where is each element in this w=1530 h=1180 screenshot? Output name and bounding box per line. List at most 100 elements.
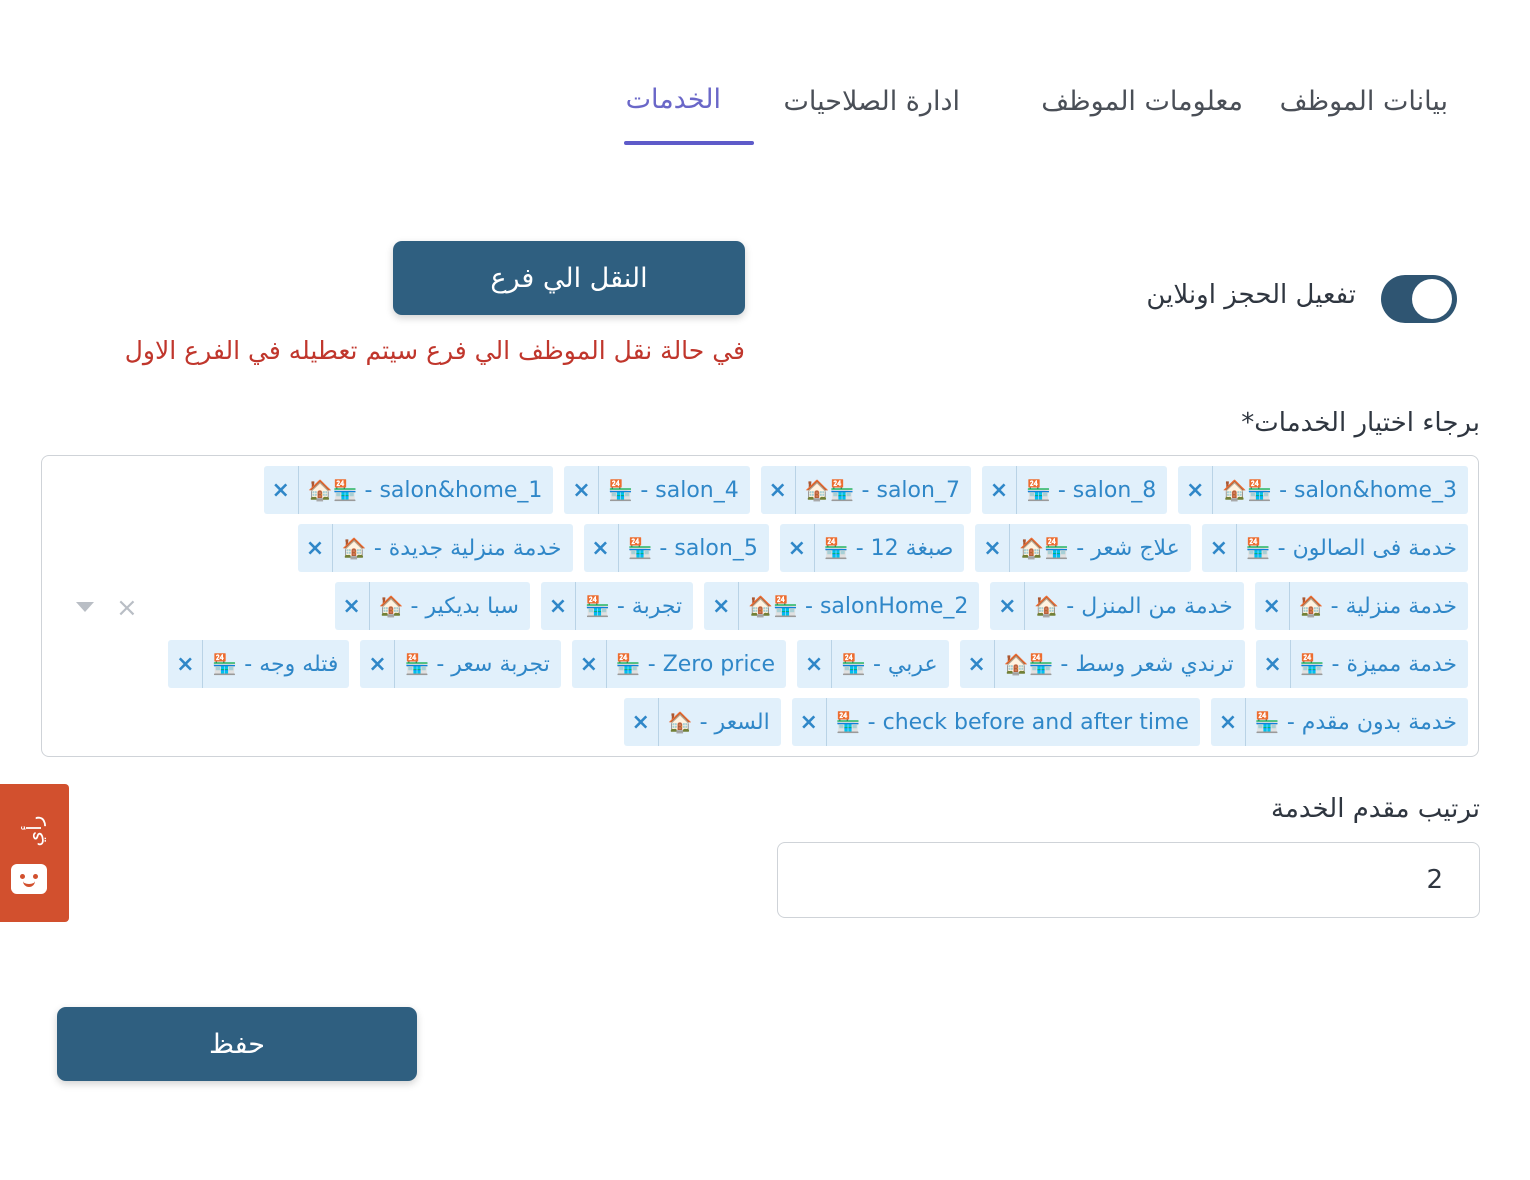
clear-all-icon[interactable]: × xyxy=(116,593,138,623)
service-tag: ترندي شعر وسط - 🏪🏠 × xyxy=(959,640,1245,688)
service-type-icon: 🏠 xyxy=(1034,593,1060,618)
service-tag: Zero price - 🏪 × xyxy=(571,640,787,688)
feedback-tab[interactable]: رأي xyxy=(0,784,69,922)
chevron-down-icon[interactable] xyxy=(76,602,94,612)
service-tag-label: salonHome_2 - 🏪🏠 xyxy=(739,594,979,619)
remove-tag-icon[interactable]: × xyxy=(264,466,299,514)
online-booking-toggle[interactable] xyxy=(1381,275,1457,323)
remove-tag-icon[interactable]: × xyxy=(298,524,333,572)
order-input[interactable] xyxy=(777,842,1480,918)
service-tag: علاج شعر - 🏪🏠 × xyxy=(975,524,1191,572)
service-tag: صبغة 12 - 🏪 × xyxy=(779,524,965,572)
service-tag: salon_8 - 🏪 × xyxy=(981,466,1168,514)
remove-tag-icon[interactable]: × xyxy=(360,640,396,688)
online-booking-label: تفعيل الحجز اونلاين xyxy=(1146,280,1356,310)
service-type-icon: 🏪 xyxy=(404,651,430,676)
service-type-icon: 🏠 xyxy=(378,593,404,618)
service-tag-text: السعر - xyxy=(692,709,770,735)
service-tag-text: ترندي شعر وسط - xyxy=(1053,651,1234,677)
services-label: برجاء اختيار الخدمات* xyxy=(1241,408,1480,438)
service-type-icon: 🏪 xyxy=(608,477,634,502)
remove-tag-icon[interactable]: × xyxy=(797,640,833,688)
service-type-icon: 🏪🏠 xyxy=(1222,477,1273,502)
remove-tag-icon[interactable]: × xyxy=(584,524,619,572)
remove-tag-icon[interactable]: × xyxy=(572,640,607,688)
service-tag-label: خدمة منزلية - 🏠 xyxy=(1290,594,1468,619)
remove-tag-icon[interactable]: × xyxy=(780,524,815,572)
service-tag-label: خدمة مميزة - 🏪 xyxy=(1291,652,1468,677)
remove-tag-icon[interactable]: × xyxy=(982,466,1017,514)
service-tag: خدمة من المنزل - 🏠 × xyxy=(990,582,1244,630)
service-tag-text: salon&home_1 - xyxy=(357,477,543,503)
service-tag-text: salonHome_2 - xyxy=(798,593,969,619)
service-tag-text: تجربة - xyxy=(609,593,683,619)
service-tag-text: تجربة سعر - xyxy=(429,651,550,677)
tab-permissions[interactable]: ادارة الصلاحيات xyxy=(783,86,960,117)
remove-tag-icon[interactable]: × xyxy=(541,582,576,630)
remove-tag-icon[interactable]: × xyxy=(1178,466,1214,514)
services-multiselect[interactable]: salon&home_3 - 🏪🏠 × salon_8 - 🏪 × salon_7 - … xyxy=(41,455,1479,757)
service-tag: خدمة فى الصالون - 🏪 × xyxy=(1201,524,1468,572)
remove-tag-icon[interactable]: × xyxy=(990,582,1026,630)
service-tag-label: salon&home_3 - 🏪🏠 xyxy=(1213,478,1468,503)
service-tag-text: فتله وجه - xyxy=(237,651,339,677)
save-button[interactable]: حفظ xyxy=(57,1007,417,1081)
transfer-branch-button[interactable]: النقل الي فرع xyxy=(393,241,745,315)
service-tag-text: check before and after time - xyxy=(860,709,1189,735)
service-tag-text: خدمة من المنزل - xyxy=(1059,593,1233,619)
remove-tag-icon[interactable]: × xyxy=(975,524,1011,572)
service-tag-label: salon&home_1 - 🏪🏠 xyxy=(299,478,554,503)
service-tag-text: علاج شعر - xyxy=(1069,535,1180,561)
service-tag-label: خدمة منزلية جديدة - 🏠 xyxy=(333,536,573,561)
service-tag: فتله وجه - 🏪 × xyxy=(168,640,350,688)
service-tag-text: salon_4 - xyxy=(633,477,739,503)
service-tag-label: salon_7 - 🏪🏠 xyxy=(796,478,971,503)
remove-tag-icon[interactable]: × xyxy=(1211,698,1246,746)
service-tag-label: صبغة 12 - 🏪 xyxy=(815,536,965,561)
remove-tag-icon[interactable]: × xyxy=(1202,524,1237,572)
tab-services[interactable]: الخدمات xyxy=(626,84,721,115)
toggle-knob xyxy=(1412,279,1452,319)
service-type-icon: 🏪 xyxy=(1025,477,1051,502)
service-tag: salon&home_3 - 🏪🏠 × xyxy=(1178,466,1468,514)
tab-employee-data[interactable]: بيانات الموظف xyxy=(1280,86,1448,117)
service-tag-label: خدمة من المنزل - 🏠 xyxy=(1025,594,1243,619)
service-type-icon: 🏪 xyxy=(584,593,610,618)
service-tag-label: سبا بديكير - 🏠 xyxy=(370,594,530,619)
service-tag-label: salon_5 - 🏪 xyxy=(619,536,769,561)
service-tag: salon_4 - 🏪 × xyxy=(564,466,750,514)
order-label: ترتيب مقدم الخدمة xyxy=(1271,794,1480,824)
service-tag-text: خدمة بدون مقدم - xyxy=(1279,709,1457,735)
service-type-icon: 🏪 xyxy=(823,535,849,560)
service-type-icon: 🏪 xyxy=(1299,651,1325,676)
service-tag-label: خدمة فى الصالون - 🏪 xyxy=(1237,536,1468,561)
remove-tag-icon[interactable]: × xyxy=(704,582,740,630)
service-tag-label: علاج شعر - 🏪🏠 xyxy=(1010,536,1190,561)
service-tag-label: عربي - 🏪 xyxy=(832,652,949,677)
service-tag: check before and after time - 🏪 × xyxy=(791,698,1200,746)
remove-tag-icon[interactable]: × xyxy=(792,698,827,746)
service-tag: تجربة سعر - 🏪 × xyxy=(360,640,561,688)
service-type-icon: 🏪 xyxy=(212,651,238,676)
service-tag: عربي - 🏪 × xyxy=(797,640,949,688)
remove-tag-icon[interactable]: × xyxy=(564,466,600,514)
remove-tag-icon[interactable]: × xyxy=(624,698,659,746)
service-tag-text: Zero price - xyxy=(640,651,776,677)
service-type-icon: 🏠 xyxy=(341,535,367,560)
service-tag-text: صبغة 12 - xyxy=(848,535,954,561)
remove-tag-icon[interactable]: × xyxy=(335,582,370,630)
service-tag-label: السعر - 🏠 xyxy=(659,710,781,735)
remove-tag-icon[interactable]: × xyxy=(761,466,796,514)
service-tag: salonHome_2 - 🏪🏠 × xyxy=(704,582,980,630)
remove-tag-icon[interactable]: × xyxy=(168,640,204,688)
service-type-icon: 🏪 xyxy=(835,709,861,734)
tab-employee-info[interactable]: معلومات الموظف xyxy=(1041,86,1243,117)
service-type-icon: 🏠 xyxy=(1298,593,1324,618)
remove-tag-icon[interactable]: × xyxy=(1255,582,1290,630)
service-tag-label: خدمة بدون مقدم - 🏪 xyxy=(1246,710,1468,735)
remove-tag-icon[interactable]: × xyxy=(1256,640,1291,688)
remove-tag-icon[interactable]: × xyxy=(960,640,995,688)
service-type-icon: 🏪🏠 xyxy=(1003,651,1054,676)
selected-services: salon&home_3 - 🏪🏠 × salon_8 - 🏪 × salon_7 - … xyxy=(148,466,1468,756)
service-type-icon: 🏪 xyxy=(615,651,641,676)
